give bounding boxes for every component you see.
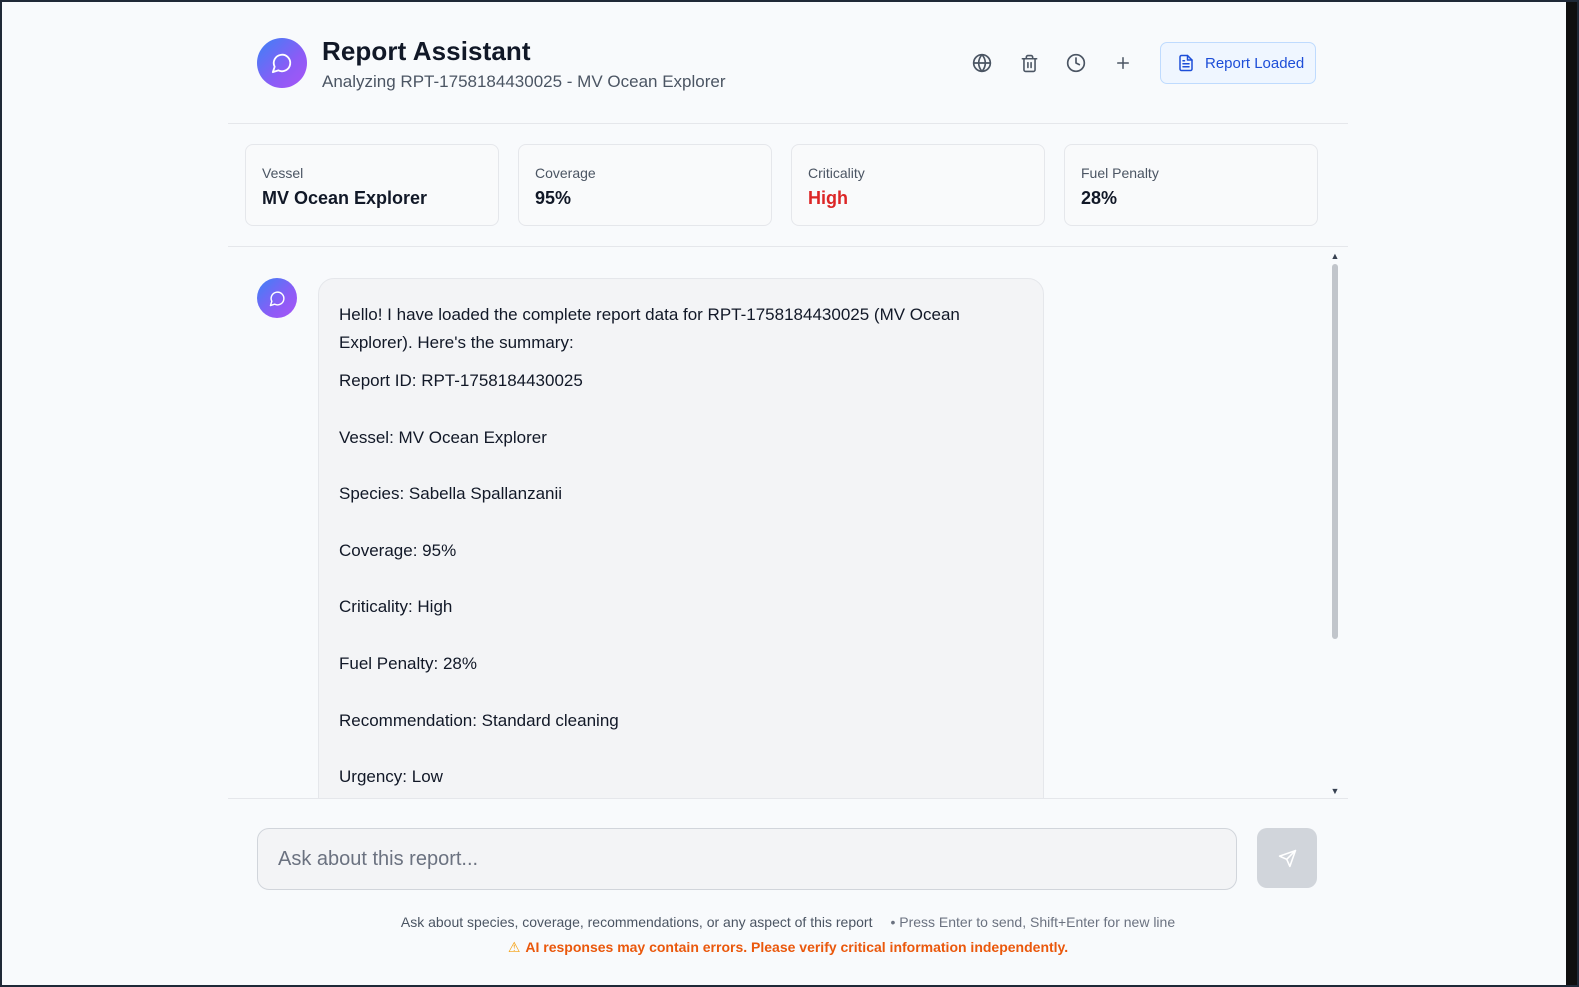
assistant-message: Hello! I have loaded the complete report… (318, 278, 1044, 798)
stat-card-vessel: Vessel MV Ocean Explorer (245, 144, 499, 226)
stat-value: MV Ocean Explorer (262, 188, 428, 208)
history-icon (1066, 53, 1086, 73)
scroll-down-arrow-icon[interactable]: ▼ (1330, 785, 1340, 797)
message-line: Urgency: Low (339, 767, 443, 787)
warning-text: AI responses may contain errors. Please … (525, 939, 1069, 955)
composer: Ask about species, coverage, recommendat… (228, 800, 1348, 985)
chat-bubble-icon (271, 53, 292, 74)
message-line: Recommendation: Standard cleaning (339, 710, 619, 730)
chat-container: Report Assistant Analyzing RPT-175818443… (228, 2, 1348, 985)
stat-value: High (808, 188, 848, 208)
globe-icon (972, 53, 992, 73)
send-button[interactable] (1257, 828, 1317, 888)
report-loaded-label: Report Loaded (1205, 54, 1305, 72)
document-icon (1179, 54, 1193, 72)
stat-label: Vessel (262, 165, 304, 181)
app-window: Report Assistant Analyzing RPT-175818443… (0, 0, 1579, 987)
header: Report Assistant Analyzing RPT-175818443… (228, 2, 1348, 124)
ai-warning: ⚠ AI responses may contain errors. Please… (228, 939, 1348, 956)
message-line: Coverage: 95% (339, 540, 457, 560)
language-button[interactable] (967, 48, 997, 78)
report-loaded-button[interactable]: Report Loaded (1160, 42, 1316, 84)
trash-icon (1021, 54, 1037, 72)
clear-chat-button[interactable] (1014, 48, 1044, 78)
message-line: Fuel Penalty: 28% (339, 653, 477, 673)
input-hint: Ask about species, coverage, recommendat… (228, 914, 1348, 930)
message-list[interactable]: Hello! I have loaded the complete report… (228, 248, 1348, 799)
chat-bubble-icon (269, 290, 285, 306)
message-line: Criticality: High (339, 597, 453, 617)
stat-card-fuel-penalty: Fuel Penalty 28% (1064, 144, 1318, 226)
stats-row: Vessel MV Ocean Explorer Coverage 95% Cr… (228, 124, 1348, 247)
window-edge (1566, 2, 1577, 985)
message-intro: Hello! I have loaded the complete report… (339, 305, 960, 352)
assistant-message-avatar (257, 278, 297, 318)
stat-label: Fuel Penalty (1081, 165, 1159, 181)
page-subtitle: Analyzing RPT-1758184430025 - MV Ocean E… (322, 72, 726, 91)
scroll-up-arrow-icon[interactable]: ▲ (1330, 250, 1340, 262)
message-line: Vessel: MV Ocean Explorer (339, 427, 547, 447)
send-icon (1278, 849, 1296, 867)
stat-card-coverage: Coverage 95% (518, 144, 772, 226)
stat-value: 28% (1081, 188, 1118, 208)
stat-value: 95% (535, 188, 572, 208)
scrollbar[interactable]: ▲ ▼ (1330, 248, 1340, 798)
assistant-avatar (257, 38, 307, 88)
scrollbar-thumb[interactable] (1332, 264, 1338, 639)
page-title: Report Assistant (322, 36, 531, 66)
new-chat-button[interactable] (1108, 48, 1138, 78)
shortcut-hint: • Press Enter to send, Shift+Enter for n… (890, 914, 1176, 930)
plus-icon (1117, 57, 1129, 69)
stat-label: Criticality (808, 165, 865, 181)
warning-icon: ⚠ (507, 939, 521, 955)
message-line: Species: Sabella Spallanzanii (339, 484, 563, 504)
hint-text: Ask about species, coverage, recommendat… (400, 914, 873, 930)
stat-card-criticality: Criticality High (791, 144, 1045, 226)
history-button[interactable] (1061, 48, 1091, 78)
stat-label: Coverage (535, 165, 596, 181)
message-line: Report ID: RPT-1758184430025 (339, 371, 583, 390)
message-input[interactable] (257, 828, 1237, 890)
